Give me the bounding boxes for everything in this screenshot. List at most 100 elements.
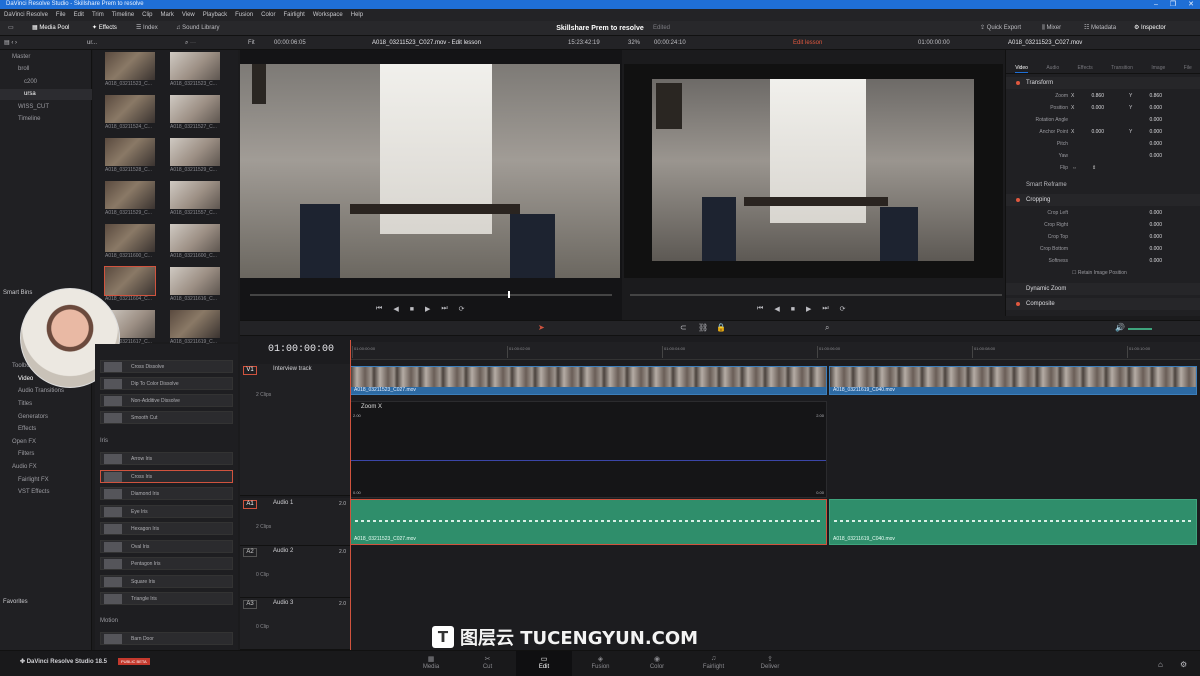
filters-item[interactable]: Filters — [0, 449, 92, 460]
source-fit-menu[interactable]: Fit — [248, 36, 255, 50]
cropping-section[interactable]: Cropping — [1006, 194, 1200, 206]
source-scrubber[interactable] — [250, 291, 612, 298]
page-tab-cut[interactable]: ✂ Cut — [460, 651, 516, 676]
rotation-value[interactable]: 0.000 — [1126, 115, 1162, 126]
zoom-tool-icon[interactable]: ⌕ — [825, 323, 829, 333]
page-tab-media[interactable]: ▦ Media — [403, 651, 459, 676]
crop-value[interactable]: 0.000 — [1126, 220, 1162, 231]
stop-icon[interactable]: ■ — [791, 306, 795, 313]
volume-slider[interactable] — [1128, 328, 1152, 330]
menu-item[interactable]: Fairlight — [283, 9, 304, 21]
timeline-scrubber[interactable] — [630, 294, 1002, 296]
effect-item[interactable]: Cross Iris — [100, 469, 233, 483]
effect-item[interactable]: Cross Dissolve — [100, 360, 233, 373]
anchor-y-value[interactable]: 0.000 — [1142, 127, 1162, 138]
close-icon[interactable]: ✕ — [1188, 0, 1194, 9]
restore-icon[interactable]: ❐ — [1170, 0, 1176, 9]
menu-item[interactable]: Workspace — [313, 9, 343, 21]
menu-item[interactable]: DaVinci Resolve — [4, 9, 48, 21]
effect-item[interactable]: Arrow Iris — [100, 452, 233, 465]
zoom-x-value[interactable]: 0.860 — [1084, 91, 1104, 102]
page-tab-color[interactable]: ◉ Color — [629, 651, 685, 676]
menu-item[interactable]: Clip — [142, 9, 152, 21]
track-id[interactable]: A3 — [243, 600, 257, 609]
settings-icon[interactable]: ⚙ — [1180, 660, 1187, 669]
timeline-name[interactable]: Edit lesson — [793, 36, 822, 50]
bin-master[interactable]: Master — [0, 52, 92, 63]
effect-item[interactable]: Oval Iris — [100, 539, 233, 553]
play-icon[interactable]: ▶ — [806, 305, 811, 313]
clip-thumbnail[interactable]: A018_03211600_C... — [170, 224, 220, 262]
play-icon[interactable]: ▶ — [425, 305, 430, 313]
clip-thumbnail[interactable]: A018_03211523_C... — [105, 52, 155, 90]
crop-value[interactable]: 0.000 — [1126, 208, 1162, 219]
clip-thumbnail[interactable]: A018_03211529_C... — [105, 181, 155, 219]
effect-item[interactable]: Eye Iris — [100, 504, 233, 518]
timeline-video-frame[interactable] — [652, 79, 974, 261]
timeline-playhead[interactable] — [350, 340, 351, 650]
dynamic-zoom-section[interactable]: Dynamic Zoom — [1006, 283, 1200, 295]
page-tab-deliver[interactable]: ⇪ Deliver — [742, 651, 798, 676]
position-x-value[interactable]: 0.000 — [1084, 103, 1104, 114]
crop-value[interactable]: 0.000 — [1126, 232, 1162, 243]
menu-item[interactable]: Fusion — [235, 9, 253, 21]
go-to-end-icon[interactable]: ⏭ — [441, 305, 447, 313]
page-tab-fairlight[interactable]: ♫ Fairlight — [686, 651, 742, 676]
effects-item[interactable]: Effects — [0, 424, 92, 435]
inspector-tab-image[interactable]: Image — [1151, 52, 1165, 73]
effect-item[interactable]: Triangle Iris — [100, 592, 233, 605]
clip-thumbnail[interactable]: A018_03211529_C... — [170, 138, 220, 176]
track-id[interactable]: A1 — [243, 500, 257, 509]
step-back-icon[interactable]: ◀ — [774, 305, 779, 313]
video-clip[interactable]: A018_03211523_C027.mov — [350, 366, 827, 395]
clip-thumbnail[interactable]: A018_03211524_C... — [105, 95, 155, 133]
enabled-dot[interactable] — [1016, 302, 1020, 306]
menu-item[interactable]: Help — [351, 9, 363, 21]
inspector-tab-audio[interactable]: Audio — [1046, 52, 1059, 73]
bin-breadcrumb[interactable]: ur... — [87, 36, 97, 50]
home-icon[interactable]: ⌂ — [1158, 660, 1163, 669]
selection-tool-icon[interactable]: ➤ — [538, 323, 545, 332]
menu-item[interactable]: Playback — [203, 9, 227, 21]
audiofx-item[interactable]: Audio FX — [0, 462, 92, 473]
minimize-icon[interactable]: – — [1154, 0, 1158, 9]
position-y-value[interactable]: 0.000 — [1142, 103, 1162, 114]
video-clip[interactable]: A018_03211619_C040.mov — [829, 366, 1197, 395]
page-tab-fusion[interactable]: ◈ Fusion — [573, 651, 629, 676]
go-to-start-icon[interactable]: ⏮ — [757, 305, 763, 313]
inspector-tab-transition[interactable]: Transition — [1111, 52, 1133, 73]
search-icon[interactable]: ⌕ ⋯ — [185, 36, 196, 50]
link-icon[interactable]: ⛓ — [698, 323, 708, 332]
enabled-dot[interactable] — [1016, 198, 1020, 202]
menu-item[interactable]: Trim — [92, 9, 104, 21]
inspector-tab-file[interactable]: File — [1184, 52, 1192, 73]
menu-item[interactable]: File — [56, 9, 66, 21]
effect-item[interactable]: Square Iris — [100, 574, 233, 588]
inspector-tab[interactable]: ⚙ Inspector — [1134, 21, 1166, 36]
fairlight-fx-item[interactable]: Fairlight FX — [0, 475, 92, 486]
track-id[interactable]: V1 — [243, 366, 257, 375]
bin-item[interactable]: WISS_CUT — [0, 102, 92, 113]
source-clip-name[interactable]: A018_03211523_C027.mov - Edit lesson — [372, 36, 481, 50]
generators-item[interactable]: Generators — [0, 412, 92, 423]
mixer-tab[interactable]: ⫼ Mixer — [1042, 21, 1061, 36]
crop-value[interactable]: 0.000 — [1126, 244, 1162, 255]
source-playhead[interactable] — [508, 291, 510, 298]
go-to-end-icon[interactable]: ⏭ — [822, 305, 828, 313]
effect-item[interactable]: Non-Additive Dissolve — [100, 394, 233, 407]
transform-section[interactable]: Transform — [1006, 77, 1200, 89]
curve-line[interactable] — [351, 460, 826, 461]
yaw-value[interactable]: 0.000 — [1126, 151, 1162, 162]
retain-image-checkbox[interactable]: ☐ Retain Image Position — [1006, 268, 1200, 279]
smart-reframe-section[interactable]: Smart Reframe — [1006, 179, 1200, 191]
clip-thumbnail[interactable]: A018_03211619_C... — [170, 310, 220, 348]
composite-section[interactable]: Composite — [1006, 298, 1200, 310]
timeline-zoom[interactable]: 32% — [628, 36, 640, 50]
vst-effects-item[interactable]: VST Effects — [0, 487, 92, 498]
softness-value[interactable]: 0.000 — [1126, 256, 1162, 267]
timeline-ruler[interactable]: 01:00:00:00 01:00:02:00 01:00:04:00 01:00:0… — [350, 342, 1200, 360]
effect-item[interactable]: Dip To Color Dissolve — [100, 377, 233, 390]
zoom-y-value[interactable]: 0.860 — [1142, 91, 1162, 102]
flip-horizontal-icon[interactable]: ⇔ — [1072, 163, 1077, 174]
effect-item[interactable]: Diamond Iris — [100, 487, 233, 500]
